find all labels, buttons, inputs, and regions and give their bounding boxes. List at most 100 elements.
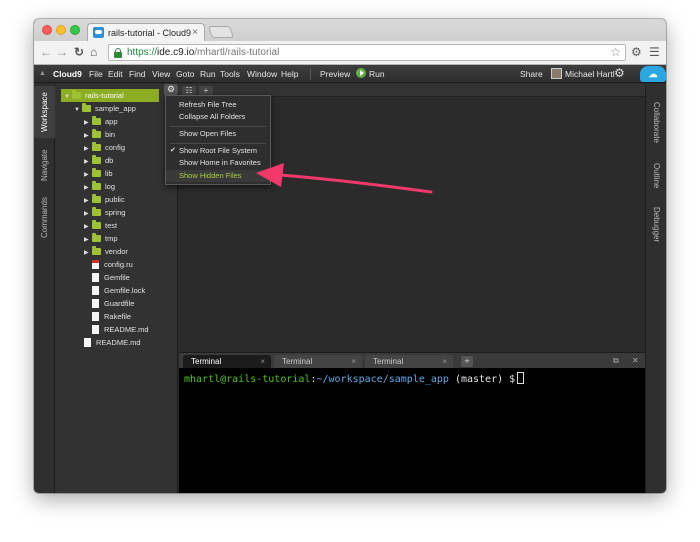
close-icon[interactable]: × [351,355,356,369]
tree-item-vendor[interactable]: ▶ vendor [84,245,128,258]
new-terminal-button[interactable]: + [461,356,473,367]
menu-divider [170,143,266,144]
tab-outline[interactable]: Outline [646,156,666,196]
tab-collaborate[interactable]: Collaborate [646,92,666,152]
terminal-prompt: mhartl@rails-tutorial:~/workspace/sample… [184,372,525,385]
preferences-gear-icon[interactable]: ⚙ [614,66,625,80]
address-bar[interactable]: https://ide.c9.io/mhartl/rails-tutorial … [108,44,626,61]
menu-item-show-open-files[interactable]: Show Open Files [166,128,270,140]
tree-item-lib[interactable]: ▶ lib [84,167,113,180]
avatar[interactable] [551,68,562,79]
expanded-arrow-icon: ▼ [64,94,70,100]
menu-file[interactable]: File [89,69,103,79]
folder-icon [92,246,101,255]
tree-settings-gear-icon[interactable]: ⚙ [164,84,178,95]
url-text: https://ide.c9.io/mhartl/rails-tutorial [127,47,280,58]
terminal[interactable]: mhartl@rails-tutorial:~/workspace/sample… [179,368,645,493]
tree-item-log[interactable]: ▶ log [84,180,115,193]
tree-item-config[interactable]: ▶ config [84,141,125,154]
file-icon [92,299,99,308]
tree-item-bin[interactable]: ▶ bin [84,128,115,141]
forward-icon[interactable]: → [56,45,68,59]
tree-item-readme-root[interactable]: README.md [84,336,141,349]
file-icon [92,273,99,282]
left-panel-bar: Workspace Navigate Commands [34,84,55,493]
menu-item-show-root-fs[interactable]: ✔ Show Root File System [166,145,270,157]
terminal-cursor [517,372,525,384]
tree-item-spring[interactable]: ▶ spring [84,206,125,219]
menu-help[interactable]: Help [281,69,298,79]
tree-item-gemfile[interactable]: Gemfile [92,271,130,284]
terminal-tab-3[interactable]: Terminal × [365,355,453,369]
tree-item-config-ru[interactable]: config.ru [92,258,133,271]
folder-icon [92,155,101,164]
run-icon[interactable] [356,68,366,78]
folder-icon [92,194,101,203]
tab-close-icon[interactable]: × [192,27,198,38]
menu-run[interactable]: Run [200,69,216,79]
folder-icon [92,129,101,138]
menu-view[interactable]: View [152,69,170,79]
reload-icon[interactable]: ↻ [74,45,84,59]
tab-debugger[interactable]: Debugger [646,200,666,250]
close-window-button[interactable] [42,25,52,35]
tree-item-sample-app[interactable]: ▼ sample_app [74,102,136,115]
maximize-panel-icon[interactable]: ⧉ [613,356,619,366]
tree-item-tmp[interactable]: ▶ tmp [84,232,118,245]
terminal-tab-1[interactable]: Terminal × [183,355,271,369]
tree-item-gemfile-lock[interactable]: Gemfile.lock [92,284,145,297]
share-button[interactable]: Share [520,69,543,79]
folder-icon [92,142,101,151]
run-button[interactable]: Run [369,69,385,79]
back-icon[interactable]: ← [40,45,52,59]
folder-icon [72,90,81,99]
hamburger-menu-icon[interactable]: ☰ [649,45,660,59]
close-panel-icon[interactable]: ✕ [632,356,639,365]
browser-tab-strip: rails-tutorial - Cloud9 × [34,19,666,41]
file-icon [84,338,91,347]
user-name[interactable]: Michael Hartl [565,69,615,79]
menu-separator [310,68,311,80]
menu-item-refresh-tree[interactable]: Refresh File Tree [166,99,270,111]
menu-item-show-hidden-files[interactable]: Show Hidden Files [166,170,270,182]
preview-button[interactable]: Preview [320,69,350,79]
collapse-caret-icon[interactable]: ▲ [39,70,46,77]
expanded-arrow-icon: ▼ [74,107,80,113]
tree-item-app[interactable]: ▶ app [84,115,118,128]
menu-item-collapse-folders[interactable]: Collapse All Folders [166,111,270,123]
tree-item-db[interactable]: ▶ db [84,154,113,167]
menu-edit[interactable]: Edit [108,69,123,79]
right-panel-bar: Collaborate Outline Debugger [645,84,666,493]
tree-item-readme-app[interactable]: README.md [92,323,149,336]
home-icon[interactable]: ⌂ [90,45,97,59]
tab-commands[interactable]: Commands [34,192,55,244]
tree-item-rakefile[interactable]: Rakefile [92,310,131,323]
close-icon[interactable]: × [442,355,447,369]
file-icon [92,325,99,334]
tab-workspace[interactable]: Workspace [34,86,55,138]
ruby-file-icon [92,260,99,269]
browser-tab[interactable]: rails-tutorial - Cloud9 × [87,23,205,41]
folder-icon [92,116,101,125]
extension-gear-icon[interactable]: ⚙ [631,45,642,59]
close-icon[interactable]: × [260,355,265,369]
menu-item-show-home-favorites[interactable]: Show Home in Favorites [166,157,270,169]
menu-window[interactable]: Window [247,69,277,79]
menu-goto[interactable]: Goto [176,69,194,79]
cloud9-logo-icon[interactable]: ☁ [640,66,666,82]
tab-navigate[interactable]: Navigate [34,142,55,188]
bookmark-star-icon[interactable]: ☆ [610,45,621,59]
cloud9-menu[interactable]: Cloud9 [53,69,82,79]
tree-item-guardfile[interactable]: Guardfile [92,297,134,310]
menu-find[interactable]: Find [129,69,146,79]
tree-item-rails-tutorial[interactable]: ▼ rails-tutorial [61,89,159,102]
zoom-window-button[interactable] [70,25,80,35]
folder-icon [92,168,101,177]
tree-item-test[interactable]: ▶ test [84,219,117,232]
menu-tools[interactable]: Tools [220,69,240,79]
terminal-tab-2[interactable]: Terminal × [274,355,362,369]
new-tab-button[interactable] [207,26,235,38]
tree-item-public[interactable]: ▶ public [84,193,125,206]
minimize-window-button[interactable] [56,25,66,35]
browser-toolbar: ← → ↻ ⌂ https://ide.c9.io/mhartl/rails-t… [34,41,666,65]
